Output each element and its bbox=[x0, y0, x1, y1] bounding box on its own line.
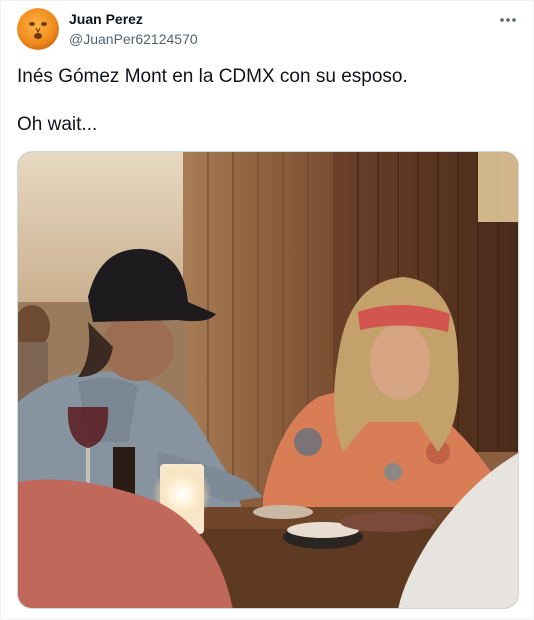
tweet-text-line: Inés Gómez Mont en la CDMX con su esposo… bbox=[17, 66, 408, 87]
tweet-card[interactable]: Juan Perez @JuanPer62124570 Inés Gómez M… bbox=[0, 0, 534, 620]
restaurant-photo bbox=[18, 152, 518, 608]
tweet-text-line: Oh wait... bbox=[17, 114, 98, 135]
more-options-button[interactable] bbox=[497, 9, 519, 31]
user-handle[interactable]: @JuanPer62124570 bbox=[69, 30, 198, 48]
more-options-icon bbox=[500, 18, 516, 22]
tweet-media-photo[interactable] bbox=[17, 151, 519, 609]
display-name[interactable]: Juan Perez bbox=[69, 11, 198, 28]
tweet-author[interactable]: Juan Perez @JuanPer62124570 bbox=[69, 11, 198, 48]
avatar[interactable] bbox=[17, 8, 59, 50]
orange-face-avatar-icon bbox=[17, 8, 59, 50]
tweet-text: Inés Gómez Mont en la CDMX con su esposo… bbox=[17, 65, 517, 137]
